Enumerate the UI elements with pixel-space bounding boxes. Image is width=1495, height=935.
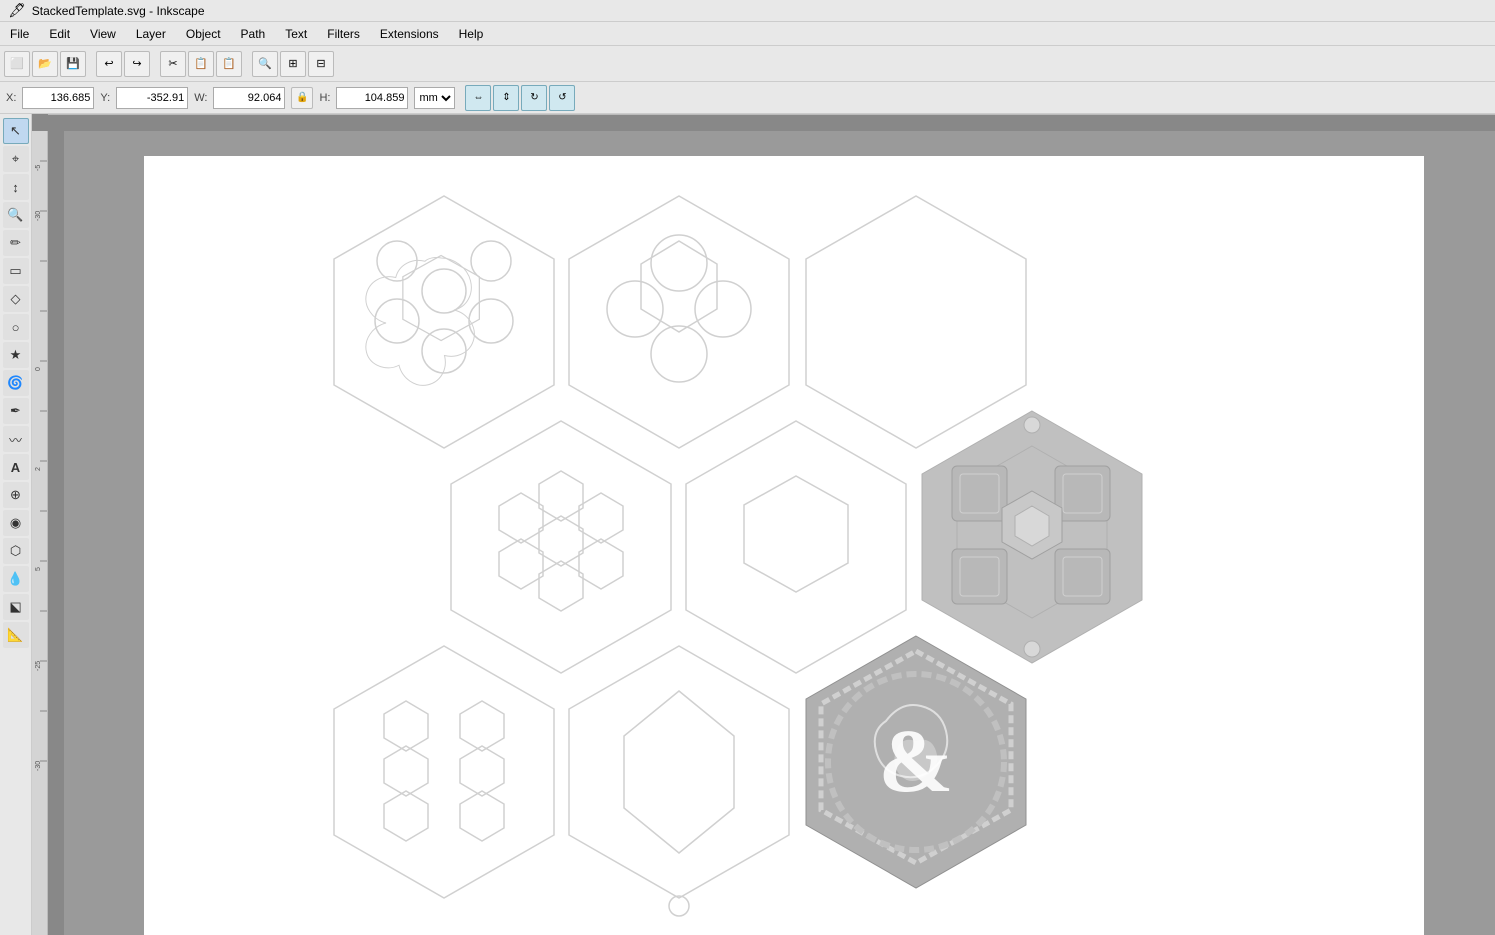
calligraphy-tool[interactable]: 〰 [3, 426, 29, 452]
redo-btn[interactable]: ↪ [124, 51, 150, 77]
svg-text:-5: -5 [35, 165, 42, 171]
x-input[interactable] [22, 87, 94, 109]
menu-item-file[interactable]: File [0, 25, 39, 43]
canvas-area[interactable]: -175 -150 -125 -100 -75 -50 -25 0 [32, 114, 1495, 935]
svg-text:5: 5 [35, 567, 42, 571]
open-btn[interactable]: 📂 [32, 51, 58, 77]
select-tool[interactable]: ↖ [3, 118, 29, 144]
menu-item-object[interactable]: Object [176, 25, 231, 43]
ungroup-btn[interactable]: ⊟ [308, 51, 334, 77]
save-btn[interactable]: 💾 [60, 51, 86, 77]
window-title: StackedTemplate.svg - Inkscape [32, 4, 205, 18]
zoom-in-btn[interactable]: 🔍 [252, 51, 278, 77]
svg-text:2: 2 [35, 467, 42, 471]
svg-text:-30: -30 [35, 211, 42, 221]
pencil-tool[interactable]: ✏ [3, 230, 29, 256]
toolbar: ⬜ 📂 💾 ↩ ↪ ✂ 📋 📋 🔍 ⊞ ⊟ [0, 46, 1495, 82]
menu-item-layer[interactable]: Layer [126, 25, 176, 43]
h-input[interactable] [336, 87, 408, 109]
3d-box-tool[interactable]: ◇ [3, 286, 29, 312]
svg-text:0: 0 [35, 367, 42, 371]
rect-tool[interactable]: ▭ [3, 258, 29, 284]
toolbox: ↖ ⌖ ↕ 🔍 ✏ ▭ ◇ ○ ★ 🌀 ✒ 〰 A ⊕ ◉ ⬡ 💧 ⬕ 📐 [0, 114, 32, 935]
group-btn[interactable]: ⊞ [280, 51, 306, 77]
node-tool[interactable]: ⌖ [3, 146, 29, 172]
menu-item-text[interactable]: Text [275, 25, 317, 43]
undo-btn[interactable]: ↩ [96, 51, 122, 77]
dropper-tool[interactable]: 💧 [3, 566, 29, 592]
menu-bar: FileEditViewLayerObjectPathTextFiltersEx… [0, 22, 1495, 46]
coords-bar: X: Y: W: 🔒 H: mm px cm in ⇔ ⇕ ↻ ↺ [0, 82, 1495, 114]
menu-item-extensions[interactable]: Extensions [370, 25, 449, 43]
app-icon: 🖋 [8, 2, 26, 19]
text-tool[interactable]: A [3, 454, 29, 480]
menu-item-view[interactable]: View [80, 25, 126, 43]
h-label: H: [319, 92, 330, 104]
tweak-tool[interactable]: ↕ [3, 174, 29, 200]
star-tool[interactable]: ★ [3, 342, 29, 368]
bucket-tool[interactable]: ⬡ [3, 538, 29, 564]
main-area: ↖ ⌖ ↕ 🔍 ✏ ▭ ◇ ○ ★ 🌀 ✒ 〰 A ⊕ ◉ ⬡ 💧 ⬕ 📐 -1… [0, 114, 1495, 935]
transform-group: ⇔ ⇕ ↻ ↺ [465, 85, 575, 111]
w-label: W: [194, 92, 207, 104]
cut-btn[interactable]: ✂ [160, 51, 186, 77]
flip-h-btn[interactable]: ⇔ [465, 85, 491, 111]
measure-tool[interactable]: 📐 [3, 622, 29, 648]
menu-item-edit[interactable]: Edit [39, 25, 80, 43]
menu-item-path[interactable]: Path [231, 25, 276, 43]
vertical-ruler: -5 -30 0 2 5 [32, 131, 48, 935]
y-label: Y: [100, 92, 110, 104]
pen-tool[interactable]: ✒ [3, 398, 29, 424]
svg-text:-30: -30 [35, 761, 42, 771]
rotate-ccw-btn[interactable]: ↺ [549, 85, 575, 111]
ellipse-tool[interactable]: ○ [3, 314, 29, 340]
x-label: X: [6, 92, 16, 104]
y-input[interactable] [116, 87, 188, 109]
spiral-tool[interactable]: 🌀 [3, 370, 29, 396]
svg-text:-25: -25 [35, 661, 42, 671]
connector-tool[interactable]: ⬕ [3, 594, 29, 620]
menu-item-help[interactable]: Help [449, 25, 494, 43]
rotate-cw-btn[interactable]: ↻ [521, 85, 547, 111]
eraser-tool[interactable]: ◉ [3, 510, 29, 536]
w-input[interactable] [213, 87, 285, 109]
menu-item-filters[interactable]: Filters [317, 25, 370, 43]
unit-select[interactable]: mm px cm in [414, 87, 455, 109]
paste-btn[interactable]: 📋 [216, 51, 242, 77]
copy-btn[interactable]: 📋 [188, 51, 214, 77]
zoom-tool[interactable]: 🔍 [3, 202, 29, 228]
flip-v-btn[interactable]: ⇕ [493, 85, 519, 111]
svg-drawing[interactable]: .hex-outline { fill: none; stroke: #d0d0… [144, 156, 1424, 935]
title-bar: 🖋 StackedTemplate.svg - Inkscape [0, 0, 1495, 22]
new-btn[interactable]: ⬜ [4, 51, 30, 77]
spray-tool[interactable]: ⊕ [3, 482, 29, 508]
lock-aspect-btn[interactable]: 🔒 [291, 87, 313, 109]
